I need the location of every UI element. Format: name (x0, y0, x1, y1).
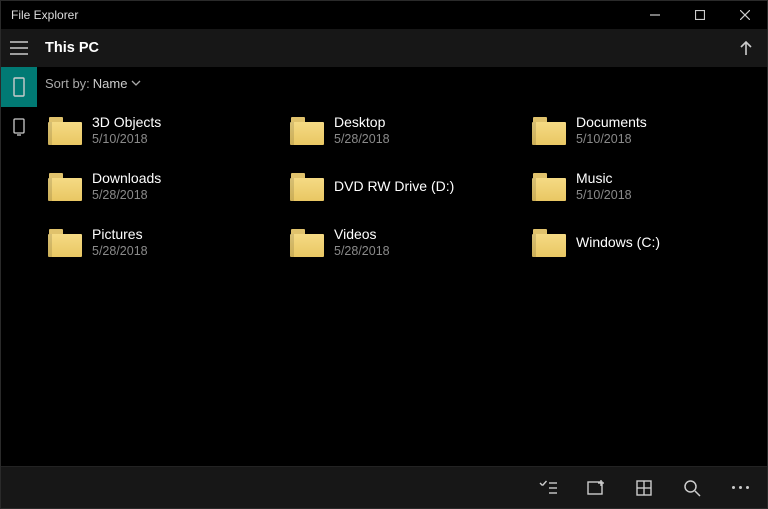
sidebar (1, 67, 37, 466)
item-text: Downloads 5/28/2018 (92, 170, 161, 203)
folder-icon (48, 117, 82, 145)
folder-icon (290, 229, 324, 257)
folder-icon (532, 229, 566, 257)
hamburger-button[interactable] (1, 29, 37, 67)
up-button[interactable] (725, 29, 767, 67)
folder-item[interactable]: Videos 5/28/2018 (285, 217, 519, 269)
folder-item[interactable]: 3D Objects 5/10/2018 (43, 105, 277, 157)
new-folder-button[interactable] (575, 470, 617, 506)
sort-button[interactable]: Sort by: Name (37, 67, 767, 99)
item-date: 5/28/2018 (92, 244, 148, 260)
item-date: 5/28/2018 (334, 244, 390, 260)
item-date: 5/10/2018 (576, 132, 647, 148)
item-text: DVD RW Drive (D:) (334, 178, 454, 196)
window-controls (632, 1, 767, 29)
folder-item[interactable]: Desktop 5/28/2018 (285, 105, 519, 157)
item-name: 3D Objects (92, 114, 161, 132)
item-date: 5/10/2018 (576, 188, 632, 204)
folder-icon (532, 173, 566, 201)
item-text: Windows (C:) (576, 234, 660, 252)
body: Sort by: Name 3D Objects 5/10/2018 Deskt… (1, 67, 767, 466)
titlebar: File Explorer (1, 1, 767, 29)
item-name: Windows (C:) (576, 234, 660, 252)
folder-item[interactable]: Pictures 5/28/2018 (43, 217, 277, 269)
item-text: Documents 5/10/2018 (576, 114, 647, 147)
item-text: Desktop 5/28/2018 (334, 114, 390, 147)
folder-icon (290, 117, 324, 145)
sidebar-item-drive[interactable] (1, 107, 37, 147)
item-date: 5/28/2018 (92, 188, 161, 204)
folder-icon (532, 117, 566, 145)
items-grid: 3D Objects 5/10/2018 Desktop 5/28/2018 D… (37, 99, 767, 466)
folder-icon (290, 173, 324, 201)
item-text: Pictures 5/28/2018 (92, 226, 148, 259)
select-button[interactable] (527, 470, 569, 506)
sidebar-item-thispc[interactable] (1, 67, 37, 107)
close-button[interactable] (722, 1, 767, 29)
folder-item[interactable]: Windows (C:) (527, 217, 761, 269)
minimize-button[interactable] (632, 1, 677, 29)
item-name: Videos (334, 226, 390, 244)
maximize-button[interactable] (677, 1, 722, 29)
folder-item[interactable]: Downloads 5/28/2018 (43, 161, 277, 213)
sort-field: Name (93, 76, 128, 91)
bottombar (1, 466, 767, 508)
item-name: Desktop (334, 114, 390, 132)
search-button[interactable] (671, 470, 713, 506)
sort-prefix: Sort by: (45, 76, 90, 91)
item-name: Music (576, 170, 632, 188)
view-grid-button[interactable] (623, 470, 665, 506)
item-text: Music 5/10/2018 (576, 170, 632, 203)
chevron-down-icon (130, 77, 142, 89)
item-date: 5/28/2018 (334, 132, 390, 148)
folder-item[interactable]: DVD RW Drive (D:) (285, 161, 519, 213)
folder-item[interactable]: Music 5/10/2018 (527, 161, 761, 213)
item-name: Documents (576, 114, 647, 132)
item-date: 5/10/2018 (92, 132, 161, 148)
more-button[interactable] (719, 470, 761, 506)
item-name: Downloads (92, 170, 161, 188)
window-title: File Explorer (11, 8, 632, 22)
location-title: This PC (37, 40, 725, 56)
item-name: DVD RW Drive (D:) (334, 178, 454, 196)
item-text: 3D Objects 5/10/2018 (92, 114, 161, 147)
folder-icon (48, 229, 82, 257)
more-icon (732, 486, 749, 489)
content: Sort by: Name 3D Objects 5/10/2018 Deskt… (37, 67, 767, 466)
folder-item[interactable]: Documents 5/10/2018 (527, 105, 761, 157)
folder-icon (48, 173, 82, 201)
item-name: Pictures (92, 226, 148, 244)
header: This PC (1, 29, 767, 67)
item-text: Videos 5/28/2018 (334, 226, 390, 259)
